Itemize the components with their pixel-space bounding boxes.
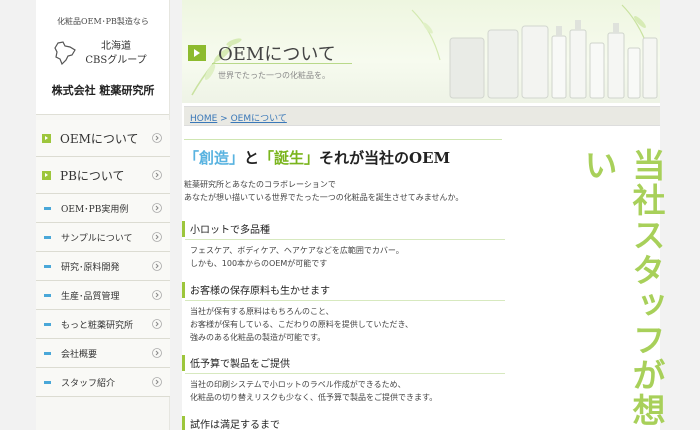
sidebar-item-label: PBについて	[60, 168, 125, 183]
dash-marker-icon	[44, 264, 51, 268]
arrow-marker-icon	[42, 133, 51, 143]
arrow-marker-icon	[42, 170, 51, 180]
sidebar-item-label: サンプルについて	[61, 233, 133, 244]
chevron-right-icon	[152, 377, 162, 387]
section-body: 当社が保有する原料はもちろんのこと、 お客様が保有している、こだわりの原料を提供…	[182, 305, 504, 344]
headline: 「創造」と「誕生」それが当社のOEM	[184, 147, 450, 168]
group-line-2: CBSグループ	[85, 55, 147, 66]
breadcrumb-separator: >	[217, 114, 231, 124]
chevron-right-icon	[152, 133, 162, 143]
sidebar-item-label: 会社概要	[61, 349, 98, 360]
sidebar-item-label: 研究･原料開発	[61, 262, 120, 273]
headline-quote-2: 「誕生」	[259, 149, 320, 167]
chevron-right-icon	[152, 319, 162, 329]
sidebar-item-label: スタッフ紹介	[61, 378, 116, 389]
banner-divider	[212, 63, 352, 64]
dash-marker-icon	[44, 351, 51, 355]
section-line: しかも、100本からのOEMが可能です	[190, 259, 328, 268]
section-line: 強みのある化粧品の製造が可能です。	[190, 333, 326, 342]
chevron-right-icon	[152, 232, 162, 242]
section-body: 当社の印刷システムで小ロットのラベル作成ができるため、 化粧品の切り替えリスクも…	[182, 378, 504, 404]
sidebar-item-label: もっと粧薬研究所	[61, 320, 134, 331]
chevron-right-icon	[152, 261, 162, 271]
staff-vertical-heading: 当社スタッフが想い	[579, 148, 666, 428]
sidebar-item-oem[interactable]: OEMについて	[36, 120, 170, 157]
brand-block[interactable]: 化粧品OEM･PB製造なら 北海道 CBSグループ 株式会社 粧薬研究所	[36, 0, 169, 115]
chevron-right-icon	[152, 290, 162, 300]
sidebar-item-examples[interactable]: OEM･PB実用例	[36, 194, 170, 223]
sidebar-item-pb[interactable]: PBについて	[36, 157, 170, 194]
section-title: 低予算で製品をご提供	[182, 355, 505, 374]
section-line: お客様が保有している、こだわりの原料を提供していただき、	[190, 320, 413, 329]
company-name: 株式会社 粧薬研究所	[51, 84, 155, 97]
sidebar-item-samples[interactable]: サンプルについて	[36, 223, 170, 252]
section-line: フェスケア、ボディケア、ヘアケアなどを広範囲でカバー。	[190, 246, 404, 255]
group-line-1: 北海道	[101, 41, 131, 52]
dash-marker-icon	[44, 206, 51, 210]
intro-text: 粧薬研究所とあなたのコラボレーションで あなたが想い描いている世界でたった一つの…	[184, 178, 504, 204]
sidebar-item-research[interactable]: 研究･原料開発	[36, 252, 170, 281]
sidebar-item-production[interactable]: 生産･品質管理	[36, 281, 170, 310]
chevron-right-icon	[152, 203, 162, 213]
sidebar-item-staff[interactable]: スタッフ紹介	[36, 368, 170, 397]
section-body: フェスケア、ボディケア、ヘアケアなどを広範囲でカバー。 しかも、100本からのO…	[182, 244, 504, 270]
breadcrumb: HOME > OEMについて	[184, 106, 660, 126]
section-title: 小ロットで多品種	[182, 221, 505, 240]
section-small-lot: 小ロットで多品種 フェスケア、ボディケア、ヘアケアなどを広範囲でカバー。 しかも…	[182, 221, 505, 270]
cosmetic-bottles-image	[449, 20, 658, 99]
dash-marker-icon	[44, 235, 51, 239]
headline-rule	[184, 139, 502, 140]
section-title: 試作は満足するまで	[182, 416, 504, 430]
chevron-right-icon	[152, 348, 162, 358]
group-name: 北海道 CBSグループ	[78, 40, 154, 68]
section-line: 当社の印刷システムで小ロットのラベル作成ができるため、	[190, 380, 406, 389]
chevron-right-icon	[152, 170, 162, 180]
breadcrumb-current-link[interactable]: OEMについて	[231, 114, 287, 124]
sidebar-item-label: 生産･品質管理	[61, 291, 120, 302]
headline-to: と	[244, 149, 260, 167]
sidebar-item-label: OEMについて	[60, 131, 139, 146]
dash-marker-icon	[44, 322, 51, 326]
intro-line-2: あなたが想い描いている世界でたった一つの化粧品を誕生させてみませんか。	[184, 193, 464, 202]
dash-marker-icon	[44, 293, 51, 297]
headline-rest: それが当社のOEM	[319, 149, 451, 167]
page-subtitle: 世界でたった一つの化粧品を。	[218, 71, 330, 80]
headline-quote-1: 「創造」	[184, 149, 245, 167]
brand-tagline: 化粧品OEM･PB製造なら	[57, 17, 149, 26]
dash-marker-icon	[44, 380, 51, 384]
hokkaido-map-icon	[54, 41, 76, 65]
section-title: お客様の保存原料も生かせます	[182, 282, 505, 301]
section-line: 当社が保有する原料はもちろんのこと、	[190, 307, 334, 316]
arrow-box-icon	[188, 45, 206, 61]
breadcrumb-home-link[interactable]: HOME	[190, 114, 217, 124]
main-content: OEMについて 世界でたった一つの化粧品を。 HOME > OEMについて 「創…	[182, 0, 666, 430]
sidebar: 化粧品OEM･PB製造なら 北海道 CBSグループ 株式会社 粧薬研究所 OEM…	[36, 0, 170, 430]
intro-line-1: 粧薬研究所とあなたのコラボレーションで	[184, 180, 336, 189]
page-banner: OEMについて 世界でたった一つの化粧品を。	[182, 0, 660, 103]
section-prototype: 試作は満足するまで	[182, 416, 504, 430]
section-low-budget: 低予算で製品をご提供 当社の印刷システムで小ロットのラベル作成ができるため、 化…	[182, 355, 505, 404]
section-line: 化粧品の切り替えリスクも少なく、低予算で製品をご提供できます。	[190, 393, 438, 402]
sidebar-item-more[interactable]: もっと粧薬研究所	[36, 310, 170, 339]
sidebar-item-label: OEM･PB実用例	[61, 204, 129, 215]
sidebar-item-company[interactable]: 会社概要	[36, 339, 170, 368]
section-materials: お客様の保存原料も生かせます 当社が保有する原料はもちろんのこと、 お客様が保有…	[182, 282, 505, 344]
